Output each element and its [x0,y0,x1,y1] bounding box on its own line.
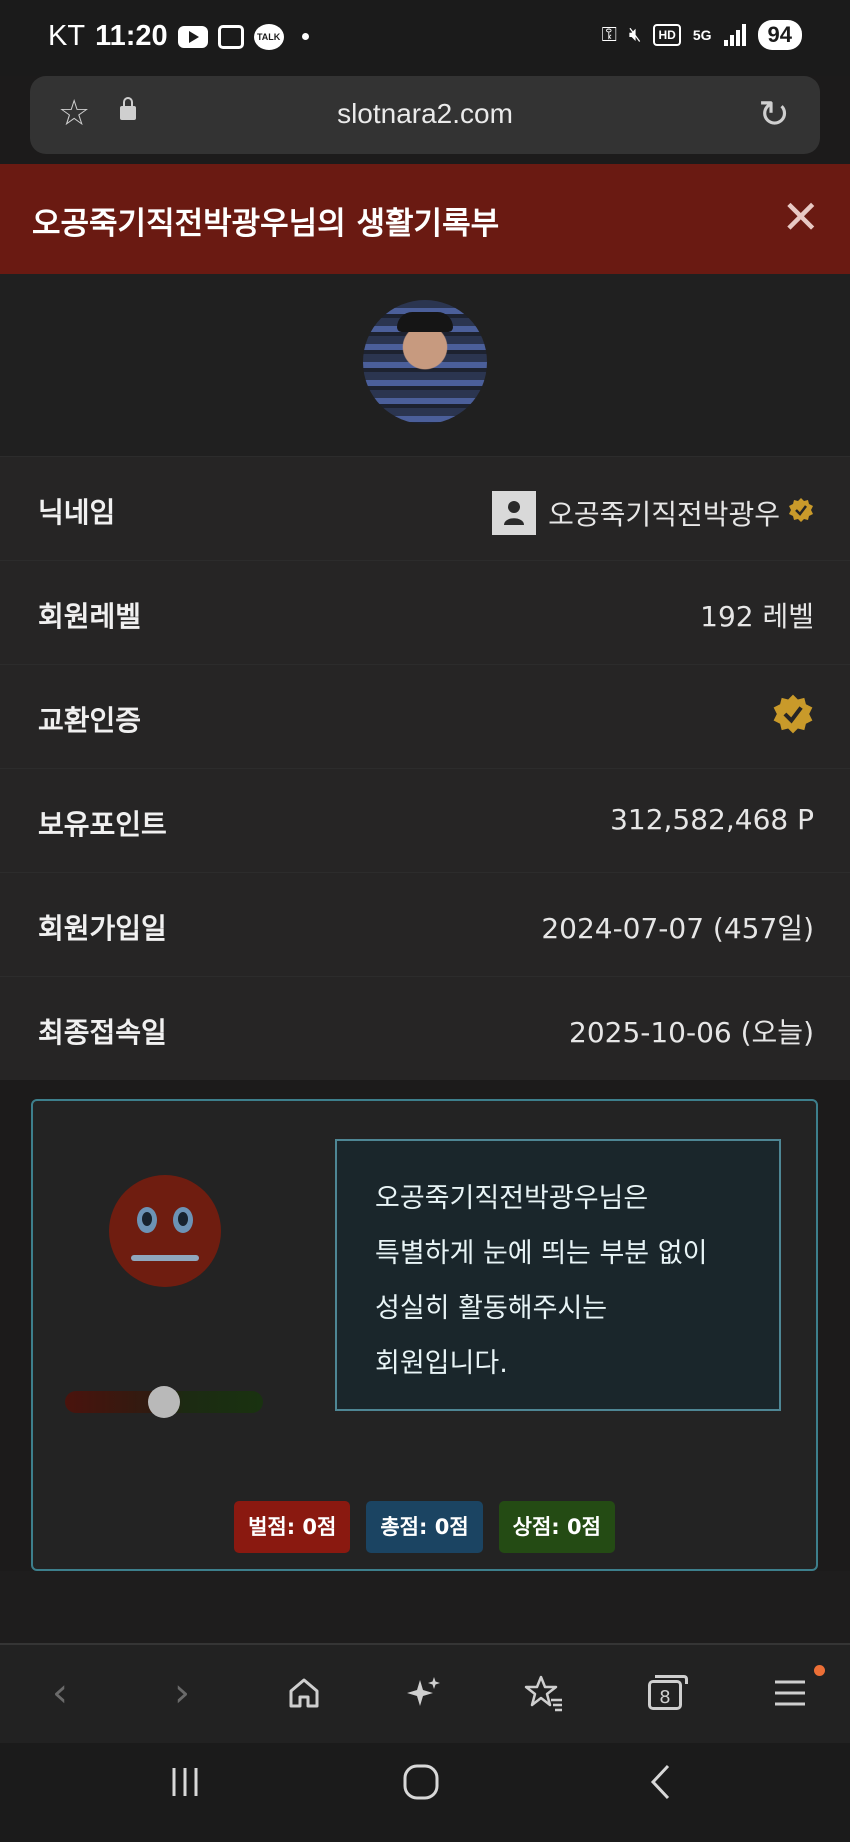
row-level: 회원레벨 192 레벨 [0,560,850,664]
points-value: 312,582,468 P [610,803,814,836]
hd-voice-icon: HD [653,24,681,46]
clock: 11:20 [95,20,168,52]
modal-header: 오공죽기직전박광우님의 생활기록부 ✕ [0,164,850,274]
back-button-icon[interactable] [648,1763,674,1811]
youtube-icon [177,25,208,48]
last-login-value: 2025-10-06 (오늘) [569,1016,814,1049]
close-icon[interactable]: ✕ [781,192,820,242]
system-navigation-bar [0,1743,850,1842]
home-icon[interactable] [274,1663,334,1723]
row-last-login: 최종접속일 2025-10-06 (오늘) [0,976,850,1080]
notification-dot [814,1665,825,1676]
signal-icon [723,24,746,46]
more-notifications-icon [301,33,309,40]
score-tags: 벌점: 0점 총점: 0점 상점: 0점 [33,1501,816,1553]
message-line: 회원입니다. [375,1348,508,1379]
row-points: 보유포인트 312,582,468 P [0,768,850,872]
home-button-icon[interactable] [402,1763,440,1811]
evaluation-card: 오공죽기직전박광우님은 특별하게 눈에 띄는 부분 없이 성실히 활동해주시는 … [31,1099,818,1571]
row-label: 최종접속일 [38,1016,167,1049]
battery-level: 94 [757,20,802,50]
row-label: 보유포인트 [38,808,167,841]
row-exchange-verification: 교환인증 [0,664,850,768]
carrier-label: KT [48,20,86,52]
row-label: 회원레벨 [38,600,142,633]
evaluation-message: 오공죽기직전박광우님은 특별하게 눈에 띄는 부분 없이 성실히 활동해주시는 … [335,1139,781,1411]
bonus-badge: 상점: 0점 [498,1501,615,1553]
address-bar[interactable]: ☆ slotnara2.com ↻ [30,76,820,154]
status-bar: KT 11:20 TALK ⚿ 🔇︎ HD 5G 94 [0,0,850,76]
profile-table: 닉네임 오공죽기직전박광우 회원레벨 192 레벨 교환인증 보유포인트 312… [0,456,850,1080]
row-label: 닉네임 [38,496,116,529]
row-label: 회원가입일 [38,912,167,945]
mood-meter-knob [148,1386,180,1418]
menu-icon[interactable] [760,1663,820,1723]
message-line: 성실히 활동해주시는 [375,1293,608,1324]
back-arrow-icon[interactable]: ‹ [30,1663,90,1723]
neutral-face-icon [109,1175,221,1287]
total-badge: 총점: 0점 [366,1501,483,1553]
row-label: 교환인증 [38,704,142,737]
mood-meter [65,1386,263,1418]
verified-badge-icon [788,497,814,530]
key-icon: ⚿ [601,23,617,46]
reload-icon[interactable]: ↻ [758,92,790,136]
bookmarks-icon[interactable] [514,1663,574,1723]
penalty-badge: 벌점: 0점 [234,1501,351,1553]
tabs-icon[interactable]: 8 [648,1675,688,1710]
level-value: 192 레벨 [700,600,814,633]
row-nickname: 닉네임 오공죽기직전박광우 [0,456,850,560]
nickname-value: 오공죽기직전박광우 [548,498,780,531]
page-background [0,1571,850,1643]
mute-icon: 🔇︎ [628,23,642,46]
avatar [363,300,487,424]
verified-badge-icon [772,693,814,742]
row-join-date: 회원가입일 2024-07-07 (457일) [0,872,850,976]
sparkle-icon[interactable] [394,1663,454,1723]
avatar-section [0,274,850,456]
user-icon [492,491,537,535]
url-text[interactable]: slotnara2.com [30,98,820,130]
kakaotalk-icon: TALK [253,23,284,50]
join-date-value: 2024-07-07 (457일) [541,912,814,945]
modal-title: 오공죽기직전박광우님의 생활기록부 [32,206,500,242]
forward-arrow-icon[interactable]: › [152,1663,212,1723]
network-type: 5G [692,27,712,43]
recent-apps-icon[interactable] [168,1763,202,1809]
gallery-icon [217,24,244,49]
browser-toolbar: ‹ › 8 [0,1643,850,1743]
message-line: 오공죽기직전박광우님은 [375,1183,649,1214]
message-line: 특별하게 눈에 띄는 부분 없이 [375,1238,708,1269]
